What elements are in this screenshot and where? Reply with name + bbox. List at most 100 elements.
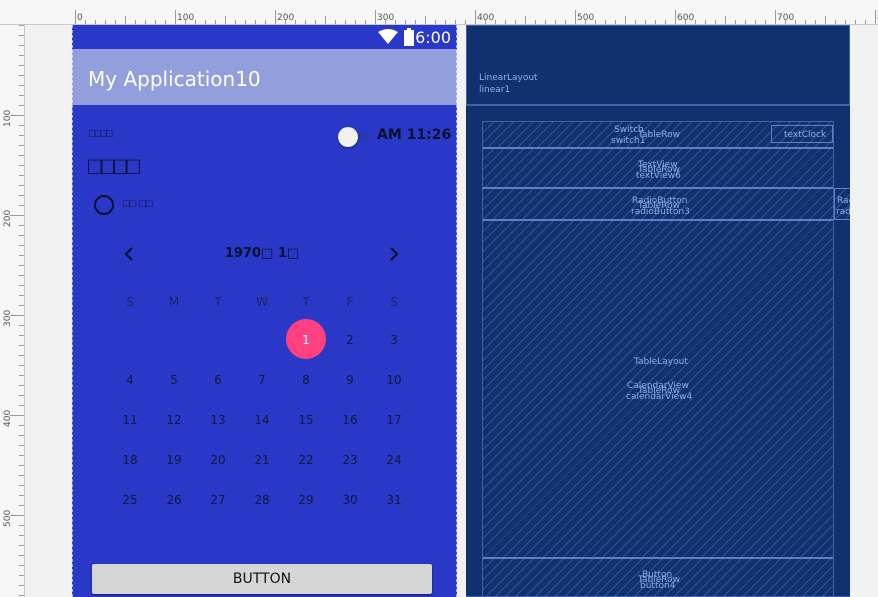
calendar-day[interactable]: 31 — [374, 493, 414, 507]
calendar-day[interactable]: 2 — [330, 333, 370, 347]
chevron-right-icon[interactable] — [389, 247, 399, 261]
switch-toggle[interactable] — [338, 127, 368, 147]
ruler-label: 500 — [3, 509, 13, 527]
ruler-tick — [19, 325, 24, 326]
ruler-tick — [755, 20, 756, 24]
ruler-tick — [335, 20, 336, 24]
calendar-day[interactable]: 30 — [330, 493, 370, 507]
ruler-tick — [235, 20, 236, 24]
calendar-day[interactable]: 20 — [198, 453, 238, 467]
calendar-day[interactable]: 23 — [330, 453, 370, 467]
ruler-tick — [19, 295, 24, 296]
bp-tablelayout — [482, 121, 834, 597]
ruler-tick — [365, 20, 366, 24]
ruler-tick — [19, 285, 24, 286]
ruler-tick — [695, 20, 696, 24]
calendar-day[interactable]: 12 — [154, 413, 194, 427]
ruler-tick — [19, 75, 24, 76]
calendar-day-selected[interactable]: 1 — [286, 333, 326, 347]
calendar-day[interactable]: 28 — [242, 493, 282, 507]
ruler-tick — [305, 20, 306, 24]
device-preview[interactable]: 6:00 My Application10 □□□□ AM 11:26 □□□□… — [72, 25, 457, 597]
ruler-tick — [135, 20, 136, 24]
ruler-tick — [19, 505, 24, 506]
ruler-tick — [19, 445, 24, 446]
ruler-tick — [19, 575, 24, 576]
ruler-tick — [455, 20, 456, 24]
main-button[interactable]: BUTTON — [92, 564, 432, 594]
calendar-day[interactable]: 9 — [330, 373, 370, 387]
calendar-day[interactable]: 22 — [286, 453, 326, 467]
ruler-label: 300 — [377, 13, 395, 23]
calendar-day[interactable]: 25 — [110, 493, 150, 507]
day-header-mon: M — [168, 295, 180, 309]
ruler-tick — [19, 125, 24, 126]
calendar-day[interactable]: 26 — [154, 493, 194, 507]
ruler-tick — [705, 20, 706, 24]
calendar-day[interactable]: 17 — [374, 413, 414, 427]
ruler-tick — [19, 35, 24, 36]
ruler-tick — [19, 305, 24, 306]
ruler-tick — [19, 345, 24, 346]
ruler-tick — [545, 20, 546, 24]
ruler-tick — [515, 20, 516, 24]
ruler-tick — [19, 135, 24, 136]
ruler-tick — [645, 20, 646, 24]
ruler-tick — [19, 385, 24, 386]
ruler-tick — [19, 155, 24, 156]
app-title: My Application10 — [88, 67, 261, 91]
calendar-day[interactable]: 16 — [330, 413, 370, 427]
ruler-tick — [19, 245, 24, 246]
ruler-tick — [595, 20, 596, 24]
ruler-tick — [775, 10, 776, 24]
ruler-tick — [815, 20, 816, 24]
calendar-day[interactable]: 15 — [286, 413, 326, 427]
chevron-left-icon[interactable] — [124, 247, 134, 261]
ruler-tick — [19, 95, 24, 96]
calendar-day[interactable]: 13 — [198, 413, 238, 427]
ruler-tick — [19, 365, 24, 366]
ruler-tick — [615, 20, 616, 24]
ruler-tick — [605, 20, 606, 24]
ruler-tick — [19, 355, 24, 356]
calendar-day[interactable]: 18 — [110, 453, 150, 467]
calendar-day[interactable]: 5 — [154, 373, 194, 387]
day-header-sun: S — [126, 295, 134, 309]
calendar-day[interactable]: 4 — [110, 373, 150, 387]
layout-bound-right — [456, 25, 457, 597]
ruler-tick — [19, 495, 24, 496]
calendar-day[interactable]: 14 — [242, 413, 282, 427]
ruler-tick — [19, 475, 24, 476]
bp-linear-layout[interactable] — [466, 25, 850, 105]
ruler-tick — [855, 20, 856, 24]
calendar-day[interactable]: 29 — [286, 493, 326, 507]
ruler-tick — [415, 20, 416, 24]
calendar-day[interactable]: 24 — [374, 453, 414, 467]
ruler-tick — [85, 20, 86, 24]
ruler-tick — [175, 10, 176, 24]
calendar-day[interactable]: 10 — [374, 373, 414, 387]
blueprint-view[interactable]: LinearLayout linear1 Switch switch1 Tabl… — [466, 25, 850, 597]
day-header-wed: W — [256, 295, 268, 309]
ruler-tick — [19, 275, 24, 276]
ruler-tick — [425, 16, 426, 24]
calendar-day[interactable]: 21 — [242, 453, 282, 467]
bp-linear-layout-label: LinearLayout — [479, 73, 538, 83]
text-clock: AM 11:26 — [377, 127, 452, 143]
ruler-tick — [715, 20, 716, 24]
ruler-tick — [665, 20, 666, 24]
ruler-label: 100 — [177, 13, 195, 23]
ruler-tick — [865, 20, 866, 24]
calendar-day[interactable]: 19 — [154, 453, 194, 467]
ruler-tick — [19, 435, 24, 436]
calendar-day[interactable]: 6 — [198, 373, 238, 387]
calendar-day[interactable]: 27 — [198, 493, 238, 507]
ruler-tick — [19, 185, 24, 186]
ruler-label: 200 — [277, 13, 295, 23]
calendar-day[interactable]: 7 — [242, 373, 282, 387]
radio-button[interactable] — [94, 195, 114, 215]
day-header-tue: T — [214, 295, 222, 309]
calendar-day[interactable]: 3 — [374, 333, 414, 347]
calendar-day[interactable]: 11 — [110, 413, 150, 427]
calendar-day[interactable]: 8 — [286, 373, 326, 387]
